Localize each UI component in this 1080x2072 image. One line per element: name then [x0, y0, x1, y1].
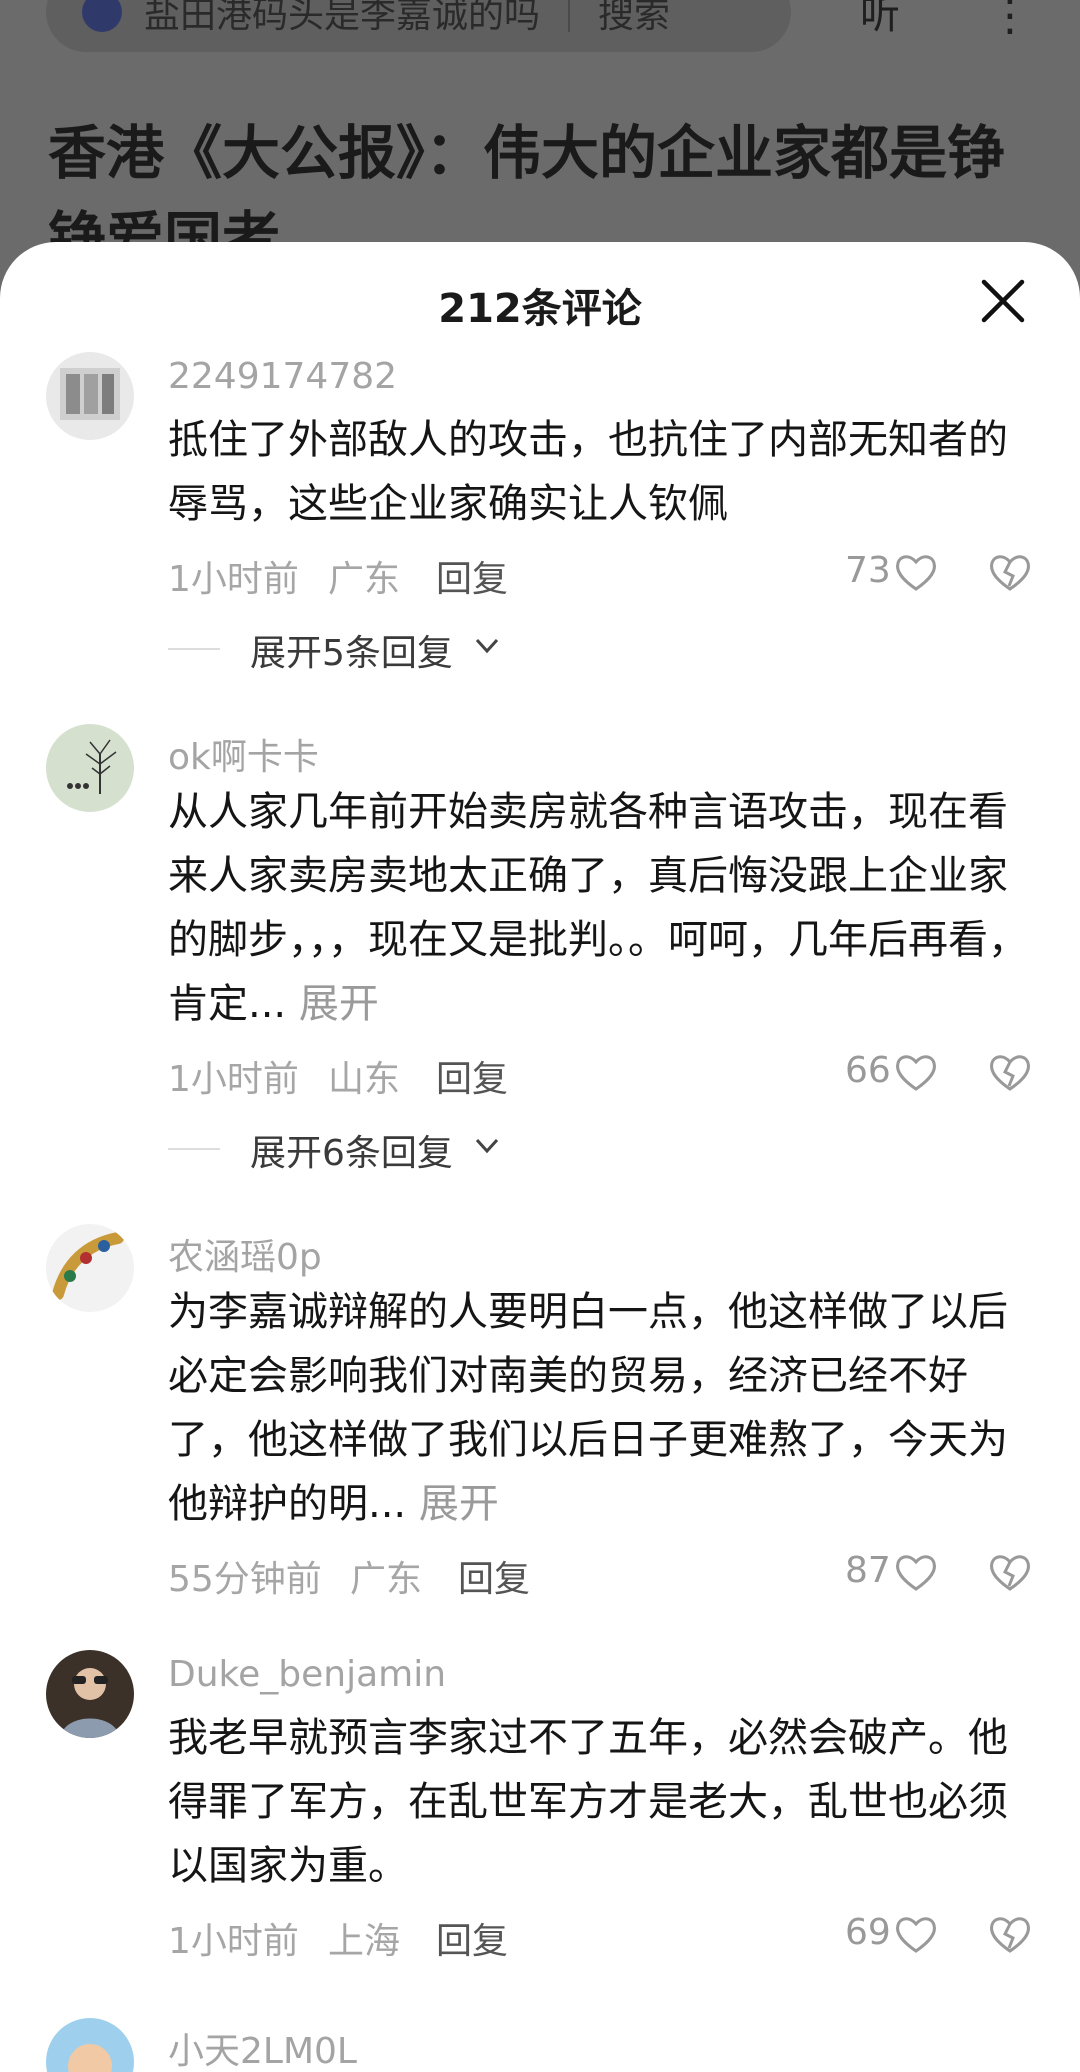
reply-button[interactable]: 回复 [436, 550, 508, 602]
search-divider [568, 0, 571, 32]
divider [168, 1148, 220, 1150]
like-count: 66 [845, 1050, 891, 1091]
expand-text-link[interactable]: 展开 [286, 981, 379, 1027]
comment-meta: 1小时前 上海 回复 69 [168, 1912, 1038, 1962]
broken-heart-icon[interactable] [988, 1052, 1032, 1092]
username[interactable]: 农涵瑶0p [168, 1228, 322, 1280]
username[interactable]: Duke_benjamin [168, 1654, 446, 1695]
comment-time: 55分钟前 [168, 1559, 322, 1600]
expand-replies-label: 展开5条回复 [250, 633, 453, 674]
expand-text-link[interactable]: 展开 [406, 1481, 499, 1527]
expand-replies-button[interactable]: 展开5条回复 [168, 624, 499, 674]
username[interactable]: ok啊卡卡 [168, 728, 319, 780]
comment-count-title: 212条评论 [438, 286, 642, 332]
comment-body: 为李嘉诚辩解的人要明白一点，他这样做了以后必定会影响我们对南美的贸易，经济已经不… [168, 1289, 1008, 1527]
comment-time: 1小时前 [168, 1059, 299, 1100]
comment-time: 1小时前 [168, 559, 299, 600]
avatar[interactable] [46, 352, 134, 440]
more-menu-icon[interactable]: ⋮ [988, 0, 1032, 38]
heart-icon[interactable] [894, 1052, 938, 1092]
comment-text: 从人家几年前开始卖房就各种言语攻击，现在看来人家卖房卖地太正确了，真后悔没跟上企… [168, 780, 1033, 1036]
reply-button[interactable]: 回复 [436, 1050, 508, 1102]
reply-button[interactable]: 回复 [458, 1550, 530, 1602]
close-icon[interactable] [978, 276, 1028, 326]
search-query: 盐田港码头是李嘉诚的吗 [144, 0, 541, 36]
expand-replies-label: 展开6条回复 [250, 1133, 453, 1174]
comment-text: 为李嘉诚辩解的人要明白一点，他这样做了以后必定会影响我们对南美的贸易，经济已经不… [168, 1280, 1033, 1536]
reply-button[interactable]: 回复 [436, 1912, 508, 1964]
heart-icon[interactable] [894, 1552, 938, 1592]
avatar[interactable] [46, 724, 134, 812]
comment-meta: 1小时前 广东 回复 73 [168, 550, 1038, 600]
chevron-down-icon [475, 1138, 499, 1154]
comments-sheet: 212条评论 2249174782 抵住了外部敌人的攻击，也抗住了内部无知者的辱… [0, 242, 1080, 2072]
like-count: 69 [845, 1912, 891, 1953]
comment-text: 抵住了外部敌人的攻击，也抗住了内部无知者的辱骂，这些企业家确实让人钦佩 [168, 408, 1033, 536]
comment-body: 我老早就预言李家过不了五年，必然会破产。他得罪了军方，在乱世军方才是老大，乱世也… [168, 1715, 1008, 1889]
sheet-header: 212条评论 [0, 242, 1080, 352]
comment-location: 上海 [328, 1921, 401, 1962]
comment-meta: 55分钟前 广东 回复 87 [168, 1550, 1038, 1600]
avatar[interactable] [46, 1224, 134, 1312]
listen-button[interactable]: 听 [860, 0, 900, 40]
broken-heart-icon[interactable] [988, 1552, 1032, 1592]
comment-location: 广东 [350, 1559, 423, 1600]
heart-icon[interactable] [894, 552, 938, 592]
like-count: 73 [845, 550, 891, 591]
broken-heart-icon[interactable] [988, 552, 1032, 592]
broken-heart-icon[interactable] [988, 1914, 1032, 1954]
avatar[interactable] [46, 2018, 134, 2072]
baidu-logo-icon [82, 0, 122, 32]
comment-meta: 1小时前 山东 回复 66 [168, 1050, 1038, 1100]
search-bar[interactable]: 盐田港码头是李嘉诚的吗 搜索 [46, 0, 791, 52]
comment-time: 1小时前 [168, 1921, 299, 1962]
comment-body: 抵住了外部敌人的攻击，也抗住了内部无知者的辱骂，这些企业家确实让人钦佩 [168, 417, 1008, 527]
comment-location: 山东 [328, 1059, 401, 1100]
username[interactable]: 小天2LM0L [168, 2022, 357, 2072]
username[interactable]: 2249174782 [168, 356, 397, 397]
like-count: 87 [845, 1550, 891, 1591]
avatar[interactable] [46, 1650, 134, 1738]
expand-replies-button[interactable]: 展开6条回复 [168, 1124, 499, 1174]
heart-icon[interactable] [894, 1914, 938, 1954]
divider [168, 648, 220, 650]
comment-location: 广东 [328, 559, 401, 600]
chevron-down-icon [475, 638, 499, 654]
comment-text: 我老早就预言李家过不了五年，必然会破产。他得罪了军方，在乱世军方才是老大，乱世也… [168, 1706, 1033, 1898]
search-button[interactable]: 搜索 [598, 0, 670, 38]
